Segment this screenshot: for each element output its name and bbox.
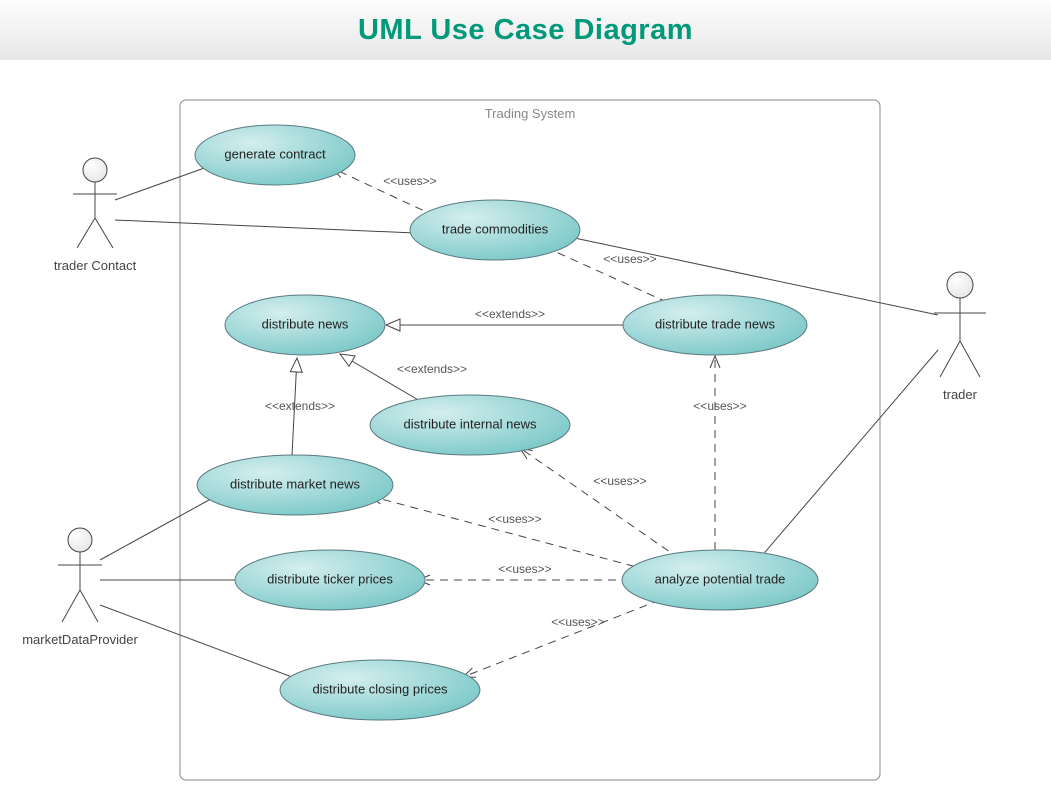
actor-trader-contact: trader Contact [54, 158, 137, 273]
usecase-distribute-market-news: distribute market news [197, 455, 393, 515]
usecase-distribute-ticker-prices: distribute ticker prices [235, 550, 425, 610]
usecase-label: trade commodities [442, 221, 549, 236]
usecase-label: analyze potential trade [655, 571, 786, 586]
usecase-label: distribute trade news [655, 316, 775, 331]
assoc-tc-tradecomm [115, 220, 415, 233]
rel-label-ext-1: <<extends>> [475, 307, 545, 321]
rel-label-uses-4: <<uses>> [593, 474, 646, 488]
assoc-mdp-dmn [100, 495, 218, 560]
system-label: Trading System [485, 106, 576, 121]
actor-trader: trader [934, 272, 986, 402]
actor-market-data-provider: marketDataProvider [22, 528, 138, 647]
rel-label-uses-5: <<uses>> [488, 512, 541, 526]
rel-label-ext-3: <<extends>> [265, 399, 335, 413]
uml-diagram-canvas: Trading System <<uses>> <<uses>> <<exten… [0, 60, 1051, 789]
rel-label-uses-7: <<uses>> [551, 615, 604, 629]
page-title: UML Use Case Diagram [358, 14, 693, 47]
usecase-label: distribute market news [230, 476, 361, 491]
actor-label: trader [943, 387, 978, 402]
rel-label-uses-3: <<uses>> [693, 399, 746, 413]
usecase-label: distribute closing prices [312, 681, 448, 696]
page-header: UML Use Case Diagram [0, 0, 1051, 60]
usecase-label: distribute news [262, 316, 349, 331]
rel-uses-apt-dcp [463, 600, 660, 677]
usecase-distribute-trade-news: distribute trade news [623, 295, 807, 355]
rel-label-ext-2: <<extends>> [397, 362, 467, 376]
assoc-tc-generate [115, 166, 210, 200]
rel-uses-apt-dmn [370, 496, 648, 570]
usecase-analyze-potential-trade: analyze potential trade [622, 550, 818, 610]
usecase-label: distribute ticker prices [267, 571, 393, 586]
actor-label: trader Contact [54, 258, 137, 273]
rel-uses-apt-din [520, 448, 680, 559]
usecase-trade-commodities: trade commodities [410, 200, 580, 260]
usecase-distribute-closing-prices: distribute closing prices [280, 660, 480, 720]
usecase-distribute-internal-news: distribute internal news [370, 395, 570, 455]
usecase-distribute-news: distribute news [225, 295, 385, 355]
actor-label: marketDataProvider [22, 632, 138, 647]
rel-label-uses-6: <<uses>> [498, 562, 551, 576]
assoc-trader-apt [760, 350, 938, 558]
usecase-label: generate contract [224, 146, 326, 161]
rel-label-uses-1: <<uses>> [383, 174, 436, 188]
usecase-label: distribute internal news [404, 416, 537, 431]
usecase-generate-contract: generate contract [195, 125, 355, 185]
